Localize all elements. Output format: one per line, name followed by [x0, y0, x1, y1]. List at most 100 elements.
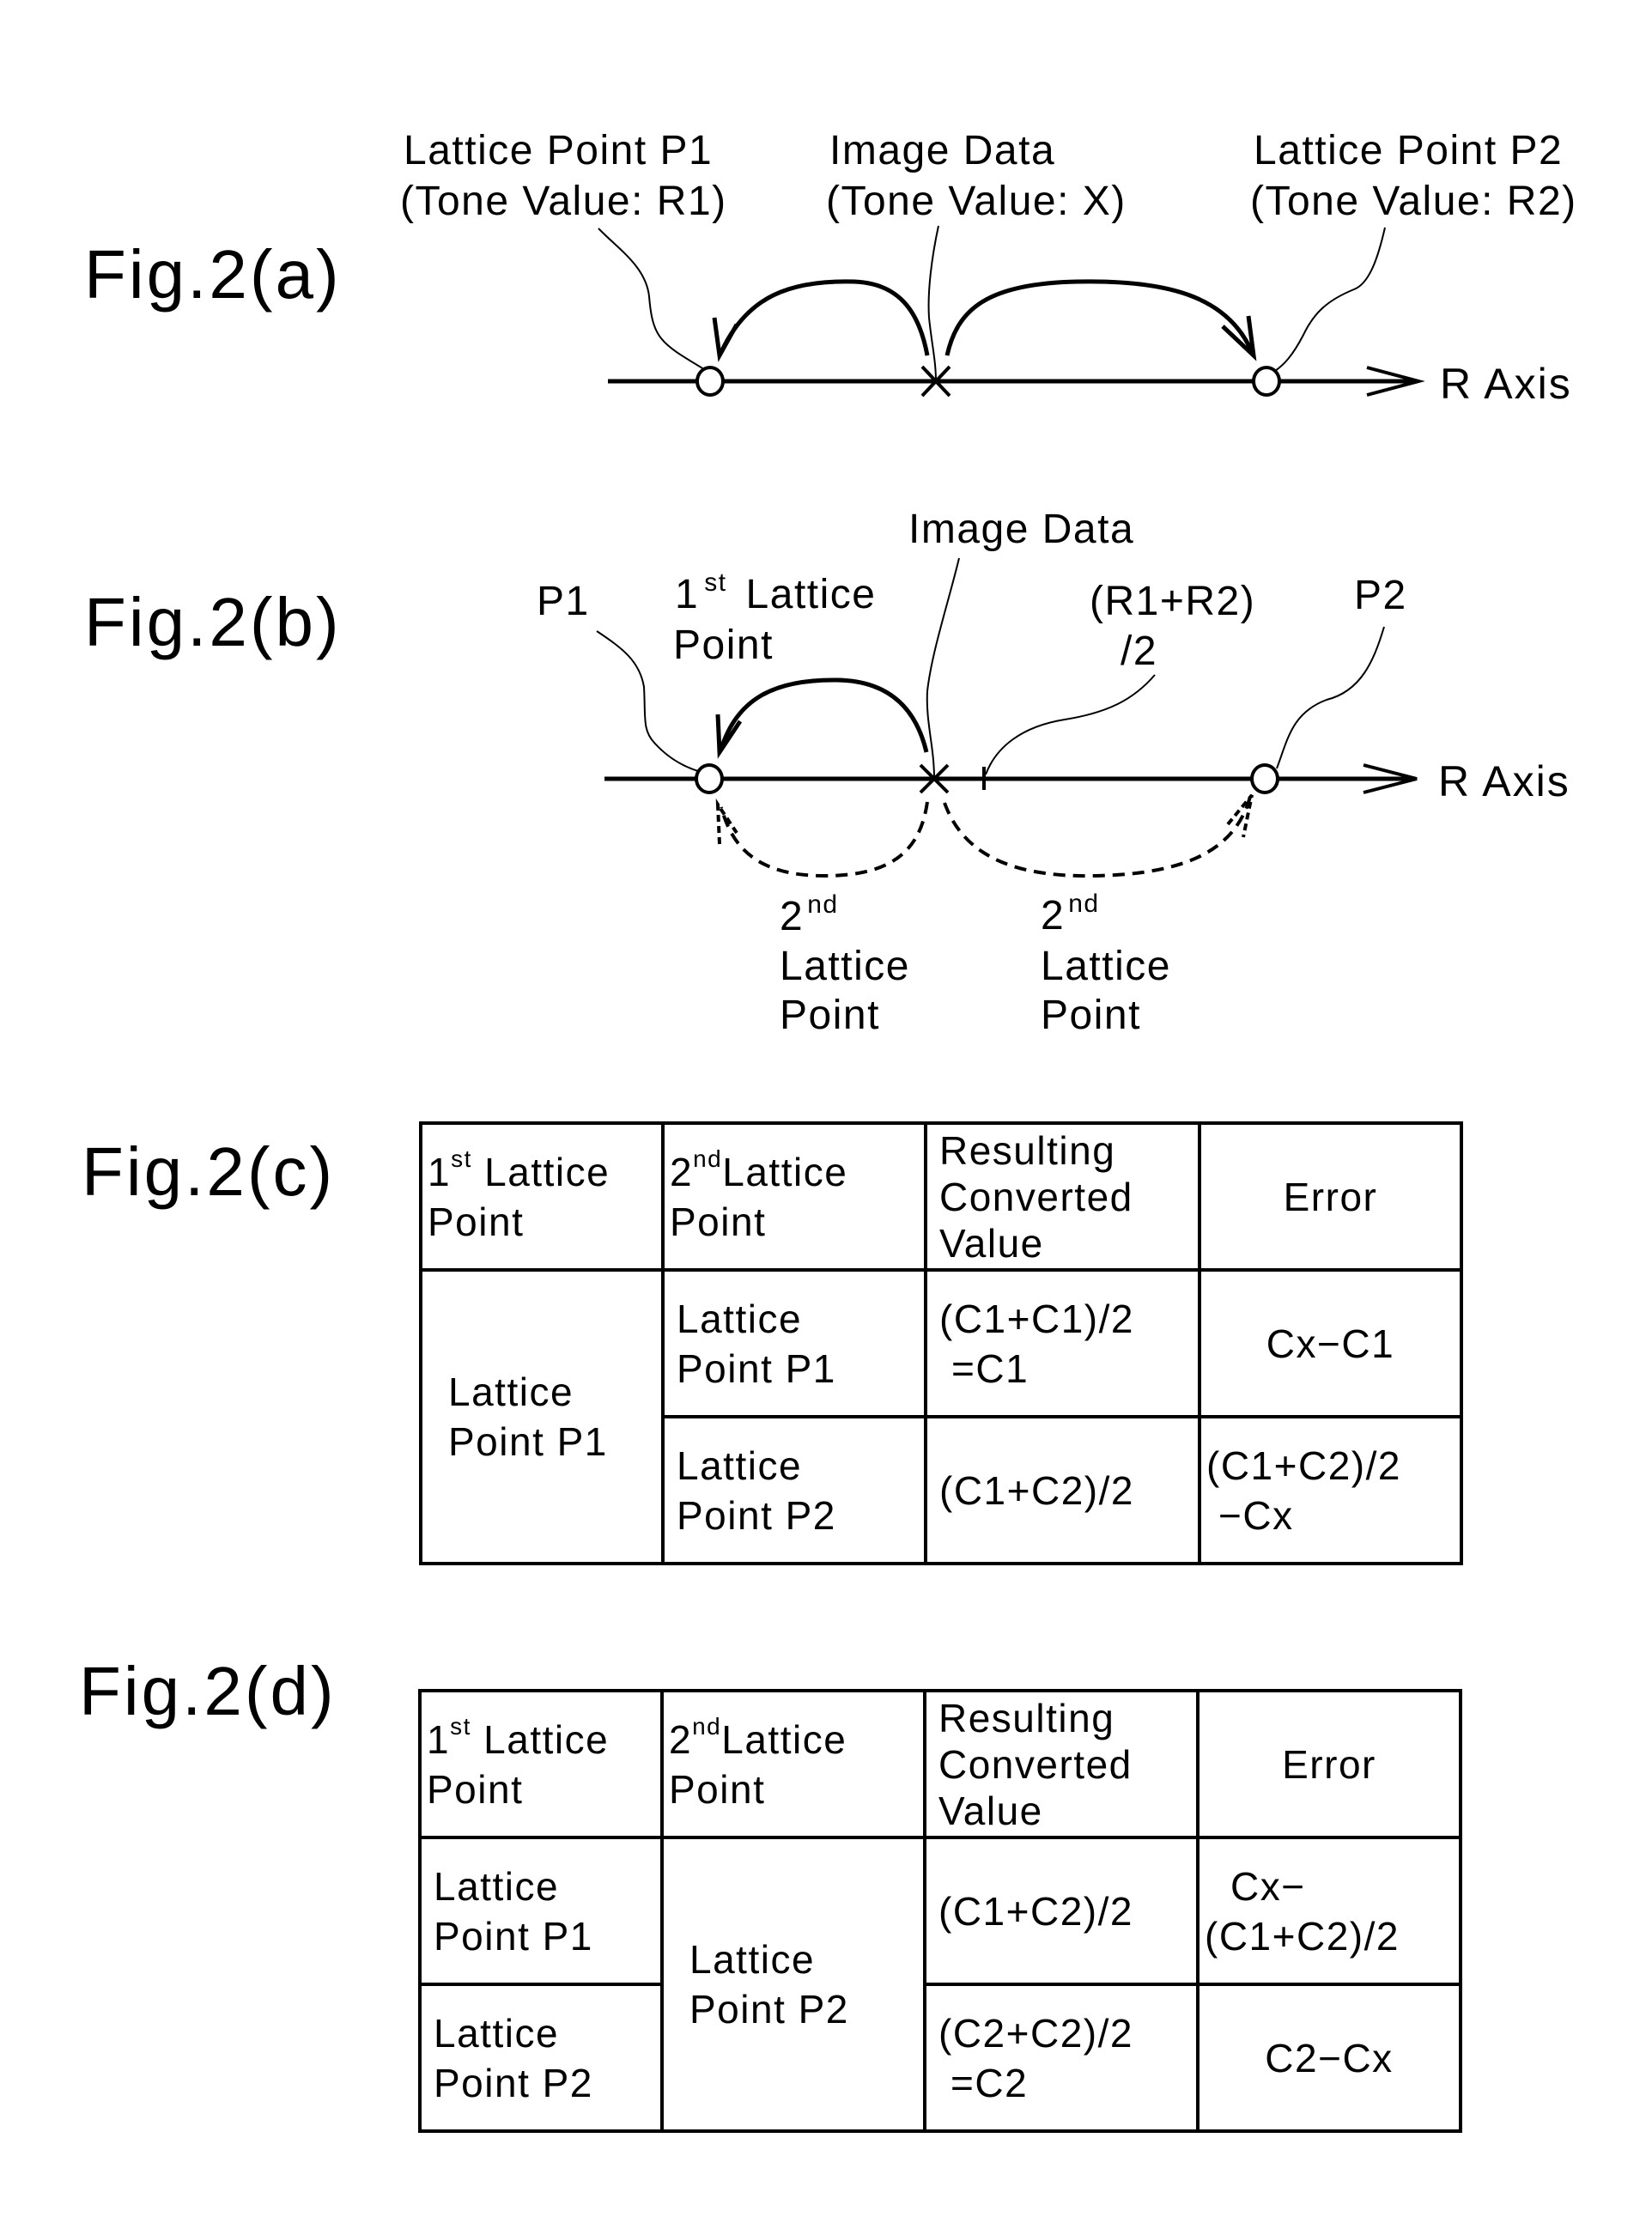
cell-result-line1: (C1+C2)/2	[939, 1467, 1134, 1513]
table-row: Lattice Point P2 (C2+C2)/2 =C2 C2−Cx	[418, 1983, 1462, 2133]
cell-result: (C1+C1)/2 =C1	[924, 1268, 1201, 1418]
cell-second-line1: Lattice	[677, 1443, 803, 1488]
r-axis-label: R Axis	[1440, 360, 1572, 408]
label-second-lattice-right-line3: Point	[1041, 993, 1141, 1038]
figure-b: Image Data P1 1st Lattice Point (R1+R2) /…	[537, 507, 1570, 1038]
label-image-data-line2: (Tone Value: X)	[826, 179, 1127, 224]
leader-line-midpoint	[985, 674, 1156, 775]
second-lattice-left-sup: nd	[807, 890, 838, 919]
label-image-data: Image Data	[908, 507, 1134, 552]
table-row: Lattice Point P1 Lattice Point P2 (C1+C2…	[418, 1836, 1462, 2133]
header-first-lattice: 1st Lattice Point	[419, 1121, 665, 1272]
leader-line-image-data	[926, 557, 960, 779]
cell-second-lattice: Lattice Point P2	[661, 1415, 927, 1565]
header-result-line3: Value	[939, 1220, 1044, 1266]
second-lattice-right-num: 2	[1041, 893, 1065, 938]
cell-result: (C2+C2)/2 =C2	[923, 1983, 1200, 2133]
second-lattice-left-num: 2	[780, 894, 804, 939]
leader-line-p1	[598, 228, 705, 370]
table-c: 1st Lattice Point 2ndLattice Point Resul…	[419, 1121, 1463, 1565]
cell-error-line1: Cx−	[1230, 1863, 1306, 1909]
cell-first-lattice: Lattice Point P1	[418, 1836, 664, 1986]
cell-result-line1: (C1+C2)/2	[938, 1888, 1133, 1934]
leader-line-p2	[1276, 626, 1385, 769]
arc-first-lattice	[719, 677, 929, 753]
cell-first-line2: Point P2	[434, 2060, 593, 2105]
cell-error-line1: (C1+C2)/2	[1206, 1443, 1401, 1488]
cell-result-line1: (C2+C2)/2	[938, 2010, 1133, 2056]
cell-first-lattice: Lattice Point P2	[418, 1983, 664, 2133]
label-image-data-line1: Image Data	[829, 128, 1055, 173]
header-first-rest: Lattice	[484, 1149, 610, 1194]
cell-first-line2: Point P1	[448, 1419, 608, 1464]
lattice-point-p1-marker	[695, 366, 725, 397]
header-first-sup: st	[450, 1712, 471, 1740]
header-result-line3: Value	[938, 1788, 1043, 1833]
label-lattice-p1-line2: (Tone Value: R1)	[400, 179, 727, 224]
label-second-lattice-left-line1: 2nd	[780, 890, 839, 939]
leader-line-p2	[1274, 227, 1386, 372]
header-first-lattice: 1st Lattice Point	[418, 1689, 664, 1839]
diagram-canvas: Lattice Point P1 (Tone Value: R1) Image …	[400, 128, 1577, 1038]
header-result-line1: Resulting	[939, 1127, 1116, 1173]
header-second-line2: Point	[670, 1199, 767, 1244]
header-result: Resulting Converted Value	[923, 1689, 1200, 1839]
label-second-lattice-right-line2: Lattice	[1041, 944, 1171, 989]
cell-error: Cx− (C1+C2)/2	[1196, 1836, 1462, 1986]
first-lattice-sup: st	[704, 568, 726, 597]
cell-result: (C1+C2)/2	[924, 1415, 1201, 1565]
header-result-line1: Resulting	[938, 1695, 1115, 1740]
arc-second-lattice-right	[943, 796, 1252, 878]
label-second-lattice-left-line3: Point	[780, 993, 880, 1038]
figure-label-c: Fig.2(c)	[82, 1133, 336, 1210]
figure-label-d: Fig.2(d)	[79, 1653, 337, 1729]
header-second-line2: Point	[669, 1766, 766, 1812]
header-second-rest: Lattice	[721, 1716, 847, 1762]
lattice-point-p2-marker	[1252, 366, 1281, 397]
cell-error-line2: (C1+C2)/2	[1205, 1913, 1400, 1959]
label-first-lattice-line2: Point	[673, 623, 774, 668]
label-first-lattice-line1: 1st Lattice	[675, 568, 876, 617]
cell-first-lattice: Lattice Point P1	[419, 1268, 665, 1565]
header-first-rest: Lattice	[483, 1716, 610, 1762]
label-second-lattice-left-line2: Lattice	[780, 944, 910, 989]
cell-second-lattice: Lattice Point P1	[661, 1268, 927, 1418]
header-second-sup: nd	[693, 1145, 723, 1172]
cell-result-line2: =C2	[951, 2060, 1029, 2105]
cell-error-line2: −Cx	[1218, 1492, 1294, 1538]
r-axis-label: R Axis	[1438, 757, 1570, 805]
header-second-num: 2	[669, 1716, 693, 1762]
table-row: Lattice Point P1 Lattice Point P1 (C1+C1…	[419, 1268, 1463, 1565]
arc-to-p2-arrowhead-icon	[1221, 315, 1257, 361]
label-lattice-p2-line1: Lattice Point P2	[1254, 128, 1563, 173]
header-second-lattice: 2ndLattice Point	[661, 1121, 927, 1272]
figure-a: Lattice Point P1 (Tone Value: R1) Image …	[400, 128, 1577, 408]
label-p1: P1	[537, 579, 590, 624]
table-c-header-row: 1st Lattice Point 2ndLattice Point Resul…	[419, 1121, 1463, 1272]
cell-second-line2: Point P2	[677, 1492, 836, 1538]
header-second-rest: Lattice	[722, 1149, 848, 1194]
arc-to-p1-arrowhead-icon	[712, 317, 739, 362]
cell-result-line2: =C1	[951, 1345, 1029, 1391]
leader-line-image-data	[927, 225, 939, 382]
label-midpoint-line2: /2	[1121, 629, 1157, 674]
header-first-line2: Point	[427, 1766, 524, 1812]
cell-error: Cx−C1	[1198, 1268, 1463, 1418]
arc-second-lattice-left	[720, 801, 929, 878]
cell-second-line2: Point P1	[677, 1345, 836, 1391]
cell-first-line1: Lattice	[448, 1370, 574, 1414]
table-d-header-row: 1st Lattice Point 2ndLattice Point Resul…	[418, 1689, 1462, 1839]
header-result-line2: Converted	[939, 1174, 1133, 1219]
table-d: 1st Lattice Point 2ndLattice Point Resul…	[418, 1689, 1462, 2133]
header-second-sup: nd	[692, 1712, 722, 1740]
arc-to-p2	[944, 279, 1254, 356]
header-error: Error	[1198, 1121, 1463, 1272]
cell-result-line1: (C1+C1)/2	[939, 1296, 1134, 1341]
header-first-num: 1	[428, 1149, 452, 1194]
cell-first-line1: Lattice	[434, 2010, 560, 2056]
lattice-point-p2-marker	[1250, 763, 1279, 794]
first-lattice-rest: Lattice	[746, 572, 877, 617]
label-lattice-p2-line2: (Tone Value: R2)	[1250, 179, 1577, 224]
header-first-sup: st	[451, 1145, 472, 1172]
header-result: Resulting Converted Value	[924, 1121, 1201, 1272]
